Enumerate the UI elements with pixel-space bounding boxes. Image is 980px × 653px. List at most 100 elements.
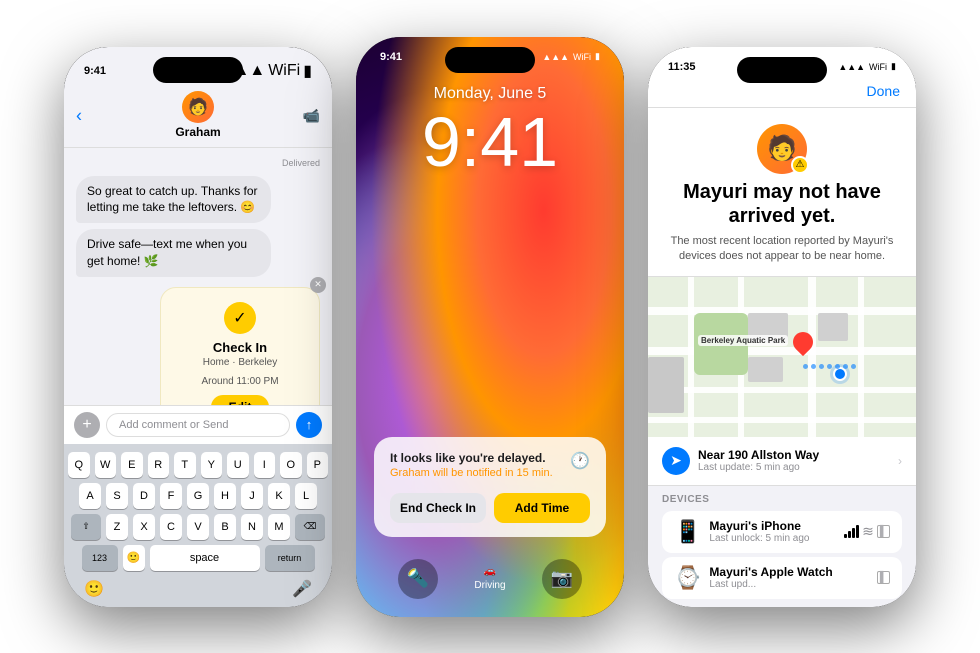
key-o[interactable]: O [280,452,302,478]
add-time-button[interactable]: Add Time [494,493,590,523]
key-c[interactable]: C [160,514,182,540]
key-g[interactable]: G [187,483,209,509]
alert-section: 🧑 ⚠ Mayuri may not have arrived yet. The… [648,108,916,278]
lock-notification: It looks like you're delayed. Graham wil… [374,437,606,537]
key-space[interactable]: space [150,545,260,571]
message-bubble-1: So great to catch up. Thanks for letting… [76,176,271,224]
lock-screen: 9:41 ▲▲▲ WiFi ▮ Monday, June 5 9:41 It l… [356,37,624,617]
driving-text: Driving [474,580,505,591]
key-k[interactable]: K [268,483,290,509]
map-path-dots [803,364,856,369]
battery-icon-1: ▮ [303,61,312,81]
key-v[interactable]: V [187,514,209,540]
key-r[interactable]: R [148,452,170,478]
key-return[interactable]: return [265,545,315,571]
lock-time: 9:41 [356,107,624,177]
camera-button[interactable]: 📷 [542,559,582,599]
key-l[interactable]: L [295,483,317,509]
check-in-title: Check In [175,340,305,355]
key-j[interactable]: J [241,483,263,509]
video-call-button[interactable]: 📹 [303,107,320,124]
key-y[interactable]: Y [201,452,223,478]
close-button[interactable]: ✕ [310,277,326,293]
contact-avatar: 🧑 [182,91,214,123]
messages-body: Delivered So great to catch up. Thanks f… [64,148,332,405]
key-w[interactable]: W [95,452,117,478]
delivered-label: Delivered [76,158,320,168]
dynamic-island-1 [153,57,243,83]
key-a[interactable]: A [79,483,101,509]
emoji-btn[interactable]: 🙂 [84,579,104,599]
alert-title: Mayuri may not have arrived yet. [664,180,900,228]
key-d[interactable]: D [133,483,155,509]
iphone-status: ≋ ▌ [844,523,890,540]
checkin-status-icons: ▲▲▲ WiFi ▮ [838,61,896,72]
key-z[interactable]: Z [106,514,128,540]
mic-btn[interactable]: 🎤 [292,579,312,599]
messages-header: ‹ 🧑 Graham 📹 [64,85,332,148]
key-h[interactable]: H [214,483,236,509]
device-row-iphone: 📱 Mayuri's iPhone Last unlock: 5 min ago [662,511,902,553]
key-p[interactable]: P [307,452,329,478]
wifi-icon-1: WiFi [268,62,300,80]
phone-messages: 9:41 ▲▲▲ WiFi ▮ ‹ 🧑 Graham 📹 Delivered [64,47,332,607]
key-emoji[interactable]: 🙂 [123,545,145,571]
lock-status-icons: ▲▲▲ WiFi ▮ [542,51,600,62]
key-x[interactable]: X [133,514,155,540]
chevron-right-icon: › [898,454,902,468]
key-t[interactable]: T [174,452,196,478]
iphone-name: Mayuri's iPhone [709,519,836,533]
key-shift[interactable]: ⇧ [71,514,101,540]
keyboard-accessory: 🙂 🎤 [68,573,328,601]
iphone-last-unlock: Last unlock: 5 min ago [709,533,836,544]
send-button[interactable]: ↑ [296,412,322,438]
flashlight-button[interactable]: 🔦 [398,559,438,599]
checkin-wifi-icon: WiFi [869,62,887,72]
keyboard-bottom-row: 123 🙂 space return [68,545,328,571]
lock-signal-icon: ▲▲▲ [542,52,569,62]
message-bubble-2: Drive safe—text me when you get home! 🌿 [76,229,271,277]
car-icon: 🚗 [484,566,496,577]
checkin-battery-icon: ▮ [891,61,896,72]
messages-screen: 9:41 ▲▲▲ WiFi ▮ ‹ 🧑 Graham 📹 Delivered [64,47,332,607]
key-b[interactable]: B [214,514,236,540]
signal-bars-icon [844,525,859,538]
phone-checkin-alert: 11:35 ▲▲▲ WiFi ▮ Done 🧑 ⚠ Mayuri [648,47,916,607]
location-name: Near 190 Allston Way [698,448,890,462]
lock-date-text: Monday, June 5 [356,85,624,103]
end-check-in-button[interactable]: End Check In [390,493,486,523]
key-i[interactable]: I [254,452,276,478]
alert-subtitle: The most recent location reported by May… [664,234,900,265]
keyboard: Q W E R T Y U I O P A S D F G H [64,444,332,607]
dynamic-island-2 [445,47,535,73]
edit-button[interactable]: Edit [211,395,270,405]
devices-label: DEVICES [662,494,902,505]
lock-battery-icon: ▮ [595,51,600,62]
check-in-time: Around 11:00 PM [175,376,305,387]
check-in-icon: ✓ [224,302,256,334]
back-button[interactable]: ‹ [76,105,82,126]
checkin-signal-icon: ▲▲▲ [838,62,865,72]
done-button[interactable]: Done [867,83,900,99]
map-building-3 [818,313,848,341]
notification-buttons: End Check In Add Time [390,493,590,523]
key-delete[interactable]: ⌫ [295,514,325,540]
wifi-signal-icon: ≋ [862,523,874,540]
driving-label: 🚗 Driving [474,566,505,591]
key-u[interactable]: U [227,452,249,478]
key-numbers[interactable]: 123 [82,545,118,571]
key-m[interactable]: M [268,514,290,540]
notification-header: It looks like you're delayed. Graham wil… [390,451,590,489]
key-f[interactable]: F [160,483,182,509]
key-q[interactable]: Q [68,452,90,478]
location-text: Near 190 Allston Way Last update: 5 min … [698,448,890,473]
key-s[interactable]: S [106,483,128,509]
location-row[interactable]: ➤ Near 190 Allston Way Last update: 5 mi… [648,437,916,486]
dynamic-island-3 [737,57,827,83]
message-input[interactable]: Add comment or Send [106,413,290,437]
key-e[interactable]: E [121,452,143,478]
attach-button[interactable]: + [74,412,100,438]
alert-avatar: 🧑 ⚠ [757,124,807,174]
key-n[interactable]: N [241,514,263,540]
watch-last-update: Last upd... [709,579,869,590]
